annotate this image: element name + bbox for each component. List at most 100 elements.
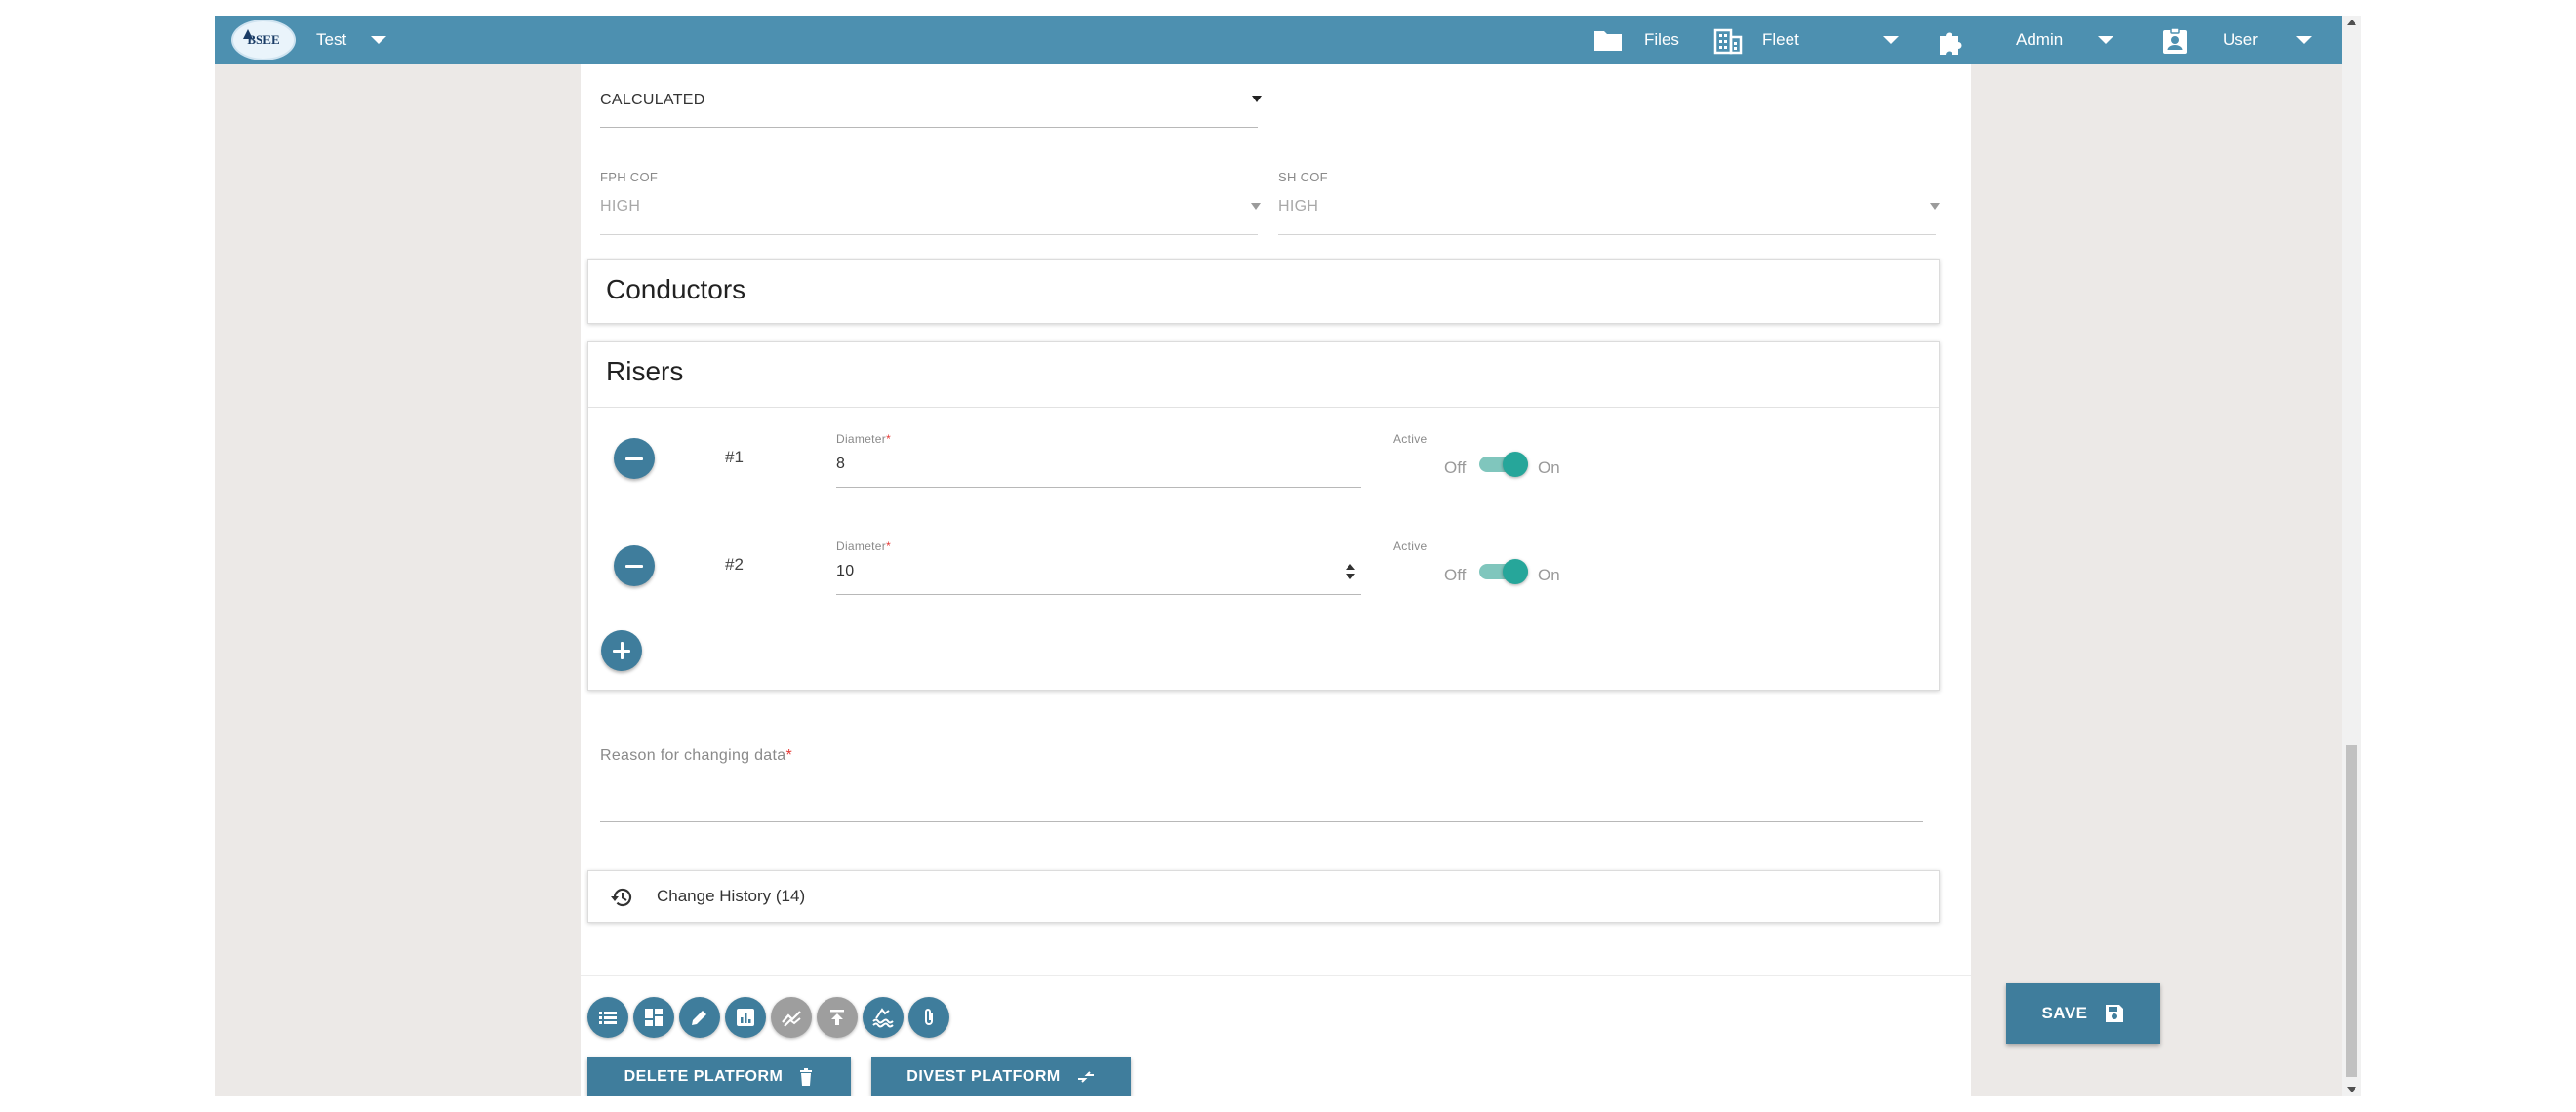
fleet-dropdown-caret-icon[interactable] [1883, 36, 1899, 44]
change-history-label: Change History (14) [657, 887, 806, 905]
dashboard-button[interactable] [633, 997, 674, 1038]
riser-1-active-label: Active [1393, 432, 1428, 446]
history-icon [611, 888, 632, 907]
platform-logo-icon [243, 29, 253, 39]
reason-underline [600, 821, 1923, 822]
sh-cof-select[interactable]: HIGH [1278, 198, 1318, 216]
conductors-title: Conductors [606, 274, 746, 304]
save-button-label: SAVE [2041, 1004, 2088, 1022]
water-button[interactable] [863, 997, 904, 1038]
building-icon[interactable] [1713, 27, 1743, 55]
risers-panel: Risers #1 Diameter* 8 Active Off On #2 D… [587, 341, 1940, 691]
riser-1-active-toggle[interactable] [1477, 450, 1530, 479]
save-floppy-icon [2105, 1005, 2123, 1022]
bsee-logo[interactable]: BSEE [231, 20, 296, 60]
trend-icon [782, 1011, 801, 1027]
folder-icon[interactable] [1592, 27, 1624, 53]
riser-2-active-label: Active [1393, 539, 1428, 553]
risers-title: Risers [606, 356, 684, 386]
reason-label: Reason for changing data* [600, 747, 792, 765]
reason-input[interactable] [600, 786, 1923, 815]
delete-platform-button[interactable]: DELETE PLATFORM [587, 1057, 851, 1096]
reason-required-mark: * [785, 747, 792, 764]
riser-2-number: #2 [725, 555, 744, 574]
delete-platform-label: DELETE PLATFORM [624, 1068, 784, 1085]
puzzle-icon[interactable] [1936, 27, 1965, 57]
change-history-panel[interactable]: Change History (14) [587, 870, 1940, 923]
divest-platform-button[interactable]: DIVEST PLATFORM [871, 1057, 1131, 1096]
calculation-select-underline [600, 127, 1258, 128]
attachment-button[interactable] [908, 997, 949, 1038]
riser-1-diameter-label: Diameter* [836, 432, 891, 446]
calculation-select-value[interactable]: CALCULATED [600, 92, 705, 109]
toggle-knob [1503, 452, 1528, 477]
riser-2-diameter-underline [836, 594, 1361, 595]
upload-icon [830, 1010, 844, 1025]
report-button[interactable] [725, 997, 766, 1038]
riser-1-required-mark: * [886, 432, 892, 446]
riser-1-diameter-input[interactable]: 8 [836, 456, 845, 473]
riser-1-diameter-underline [836, 487, 1361, 488]
conductors-panel[interactable]: Conductors [587, 259, 1940, 324]
trend-button[interactable] [771, 997, 812, 1038]
top-navigation-bar: BSEE Test Files Fleet Admin User [215, 16, 2361, 64]
attachment-icon [925, 1009, 933, 1025]
list-view-button[interactable] [587, 997, 628, 1038]
riser-2-diameter-label-text: Diameter [836, 539, 887, 553]
scrollbar-thumb[interactable] [2346, 745, 2357, 1077]
platform-edit-form: CALCULATED FPH COF HIGH SH COF HIGH Cond… [581, 64, 2160, 1096]
user-badge-icon[interactable] [2161, 27, 2189, 55]
riser-1-number: #1 [725, 448, 744, 466]
admin-dropdown-caret-icon[interactable] [2098, 36, 2113, 44]
fleet-link[interactable]: Fleet [1762, 16, 1799, 64]
minus-icon [625, 564, 643, 568]
number-spinner-icon[interactable] [1346, 562, 1355, 583]
remove-riser-2-button[interactable] [614, 545, 655, 586]
reason-label-text: Reason for changing data [600, 747, 786, 764]
riser-1-on-label: On [1538, 458, 1560, 477]
riser-1-off-label: Off [1444, 458, 1467, 477]
scroll-down-arrow-icon[interactable] [2347, 1087, 2356, 1092]
edit-icon [692, 1011, 706, 1025]
riser-1-diameter-label-text: Diameter [836, 432, 887, 446]
riser-2-required-mark: * [886, 539, 892, 553]
riser-2-on-label: On [1538, 566, 1560, 584]
toggle-knob [1503, 559, 1528, 584]
fph-cof-label: FPH COF [600, 170, 659, 184]
riser-2-diameter-label: Diameter* [836, 539, 891, 553]
divest-platform-label: DIVEST PLATFORM [906, 1068, 1061, 1085]
app-window: BSEE Test Files Fleet Admin User CALCULA… [215, 16, 2361, 1096]
dashboard-icon [645, 1009, 663, 1026]
list-icon [599, 1012, 617, 1024]
user-menu[interactable]: User [2223, 16, 2258, 64]
footer-divider [581, 975, 1971, 976]
scroll-up-arrow-icon[interactable] [2347, 20, 2356, 25]
water-icon [872, 1008, 894, 1028]
workspace-label[interactable]: Test [316, 16, 346, 64]
sh-cof-arrow-icon[interactable] [1930, 203, 1940, 210]
workspace-dropdown-caret-icon[interactable] [371, 36, 386, 44]
risers-header-divider [588, 407, 1939, 408]
minus-icon [625, 457, 643, 460]
save-button[interactable]: SAVE [2006, 983, 2160, 1044]
report-chart-icon [737, 1009, 754, 1026]
riser-2-off-label: Off [1444, 566, 1467, 584]
sh-cof-label: SH COF [1278, 170, 1328, 184]
trash-icon [800, 1068, 813, 1086]
fph-cof-select[interactable]: HIGH [600, 198, 640, 216]
riser-2-diameter-input[interactable]: 10 [836, 563, 854, 580]
user-dropdown-caret-icon[interactable] [2296, 36, 2312, 44]
fph-cof-arrow-icon[interactable] [1251, 203, 1261, 210]
admin-menu[interactable]: Admin [2016, 16, 2063, 64]
calculation-select-arrow-icon[interactable] [1252, 96, 1262, 102]
files-link[interactable]: Files [1644, 16, 1679, 64]
add-riser-button[interactable] [601, 630, 642, 671]
upload-button[interactable] [817, 997, 858, 1038]
divest-arrows-icon [1077, 1071, 1094, 1083]
riser-2-active-toggle[interactable] [1477, 557, 1530, 586]
edit-button[interactable] [679, 997, 720, 1038]
remove-riser-1-button[interactable] [614, 438, 655, 479]
fph-cof-underline [600, 234, 1258, 235]
plus-icon [613, 642, 630, 659]
page-scrollbar[interactable] [2342, 16, 2361, 1096]
